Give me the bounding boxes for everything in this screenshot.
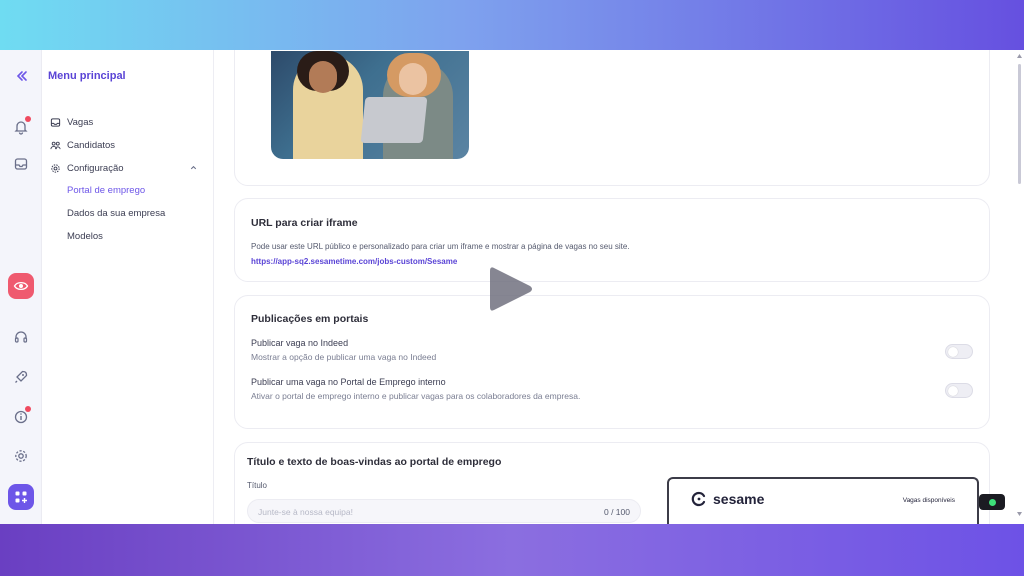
collapse-menu-icon[interactable]	[12, 66, 32, 86]
indeed-row-title: Publicar vaga no Indeed	[251, 338, 349, 348]
video-bottom-band	[0, 524, 1024, 576]
headset-icon[interactable]	[10, 326, 32, 348]
gear-icon	[51, 163, 60, 173]
iframe-url-link[interactable]: https://app-sq2.sesametime.com/jobs-cust…	[251, 257, 457, 266]
sesame-logo: sesame	[691, 491, 764, 507]
inbox-icon[interactable]	[10, 153, 32, 175]
sesame-logo-text: sesame	[713, 491, 765, 507]
people-icon	[50, 141, 61, 149]
eye-icon[interactable]	[8, 273, 34, 299]
recording-indicator[interactable]	[979, 494, 1005, 510]
preview-nav-vagas: Vagas disponíveis	[902, 497, 955, 504]
portal-preview: sesame Vagas disponíveis	[667, 477, 979, 524]
menu-title: Menu principal	[48, 70, 126, 82]
portals-card-title: Publicações em portais	[251, 313, 369, 325]
title-input[interactable]: Junte-se à nossa equipa! 0 / 100	[247, 499, 641, 523]
sidebar-item-candidatos[interactable]: Candidatos	[50, 137, 206, 153]
video-play-icon[interactable]	[488, 264, 534, 314]
welcome-card-title: Título e texto de boas-vindas ao portal …	[247, 456, 502, 468]
notification-dot	[25, 116, 31, 122]
info-alert-dot	[25, 406, 31, 412]
recording-dot	[988, 498, 996, 506]
iframe-card-description: Pode usar este URL público e personaliza…	[251, 242, 630, 251]
sidebar-subitem-modelos[interactable]: Modelos	[67, 231, 103, 242]
sidebar-item-vagas[interactable]: Vagas	[50, 114, 206, 130]
info-icon[interactable]	[10, 406, 32, 428]
image-card	[234, 50, 990, 186]
iframe-url-card: URL para criar iframe Pode usar este URL…	[234, 198, 990, 282]
sidebar-item-configuracao[interactable]: Configuração	[50, 160, 206, 176]
icon-rail	[0, 50, 42, 524]
indeed-row-description: Mostrar a opção de publicar uma vaga no …	[251, 352, 437, 362]
internal-portal-row-description: Ativar o portal de emprego interno e pub…	[251, 391, 581, 401]
internal-portal-toggle[interactable]	[945, 383, 973, 398]
title-input-placeholder: Junte-se à nossa equipa!	[258, 507, 353, 517]
sidebar-item-label: Configuração	[67, 162, 124, 174]
portal-cover-image	[271, 51, 469, 159]
sidebar-item-label: Vagas	[67, 116, 94, 128]
sidebar-subitem-portal-de-emprego[interactable]: Portal de emprego	[67, 185, 145, 196]
rocket-icon[interactable]	[10, 366, 32, 388]
sesame-logo-icon	[691, 491, 706, 507]
main-content: URL para criar iframe Pode usar este URL…	[214, 50, 1024, 524]
scrollbar[interactable]	[1017, 54, 1022, 516]
internal-portal-row-title: Publicar uma vaga no Portal de Emprego i…	[251, 377, 446, 387]
title-char-counter: 0 / 100	[604, 507, 630, 517]
welcome-card: Título e texto de boas-vindas ao portal …	[234, 442, 990, 524]
iframe-card-title: URL para criar iframe	[251, 217, 358, 229]
sidebar-subitem-dados-da-empresa[interactable]: Dados da sua empresa	[67, 208, 165, 219]
title-field-label: Título	[247, 481, 268, 490]
chevron-up-icon[interactable]	[189, 163, 198, 172]
apps-grid-icon[interactable]	[8, 484, 34, 510]
sidebar-item-label: Candidatos	[67, 139, 116, 151]
sidebar-menu: Menu principal Vagas Candidatos Configur…	[42, 50, 214, 524]
indeed-toggle[interactable]	[945, 344, 973, 359]
bell-icon[interactable]	[10, 116, 32, 138]
portals-card: Publicações em portais Publicar vaga no …	[234, 295, 990, 429]
inbox-icon	[50, 117, 61, 127]
settings-gear-icon[interactable]	[10, 445, 32, 467]
